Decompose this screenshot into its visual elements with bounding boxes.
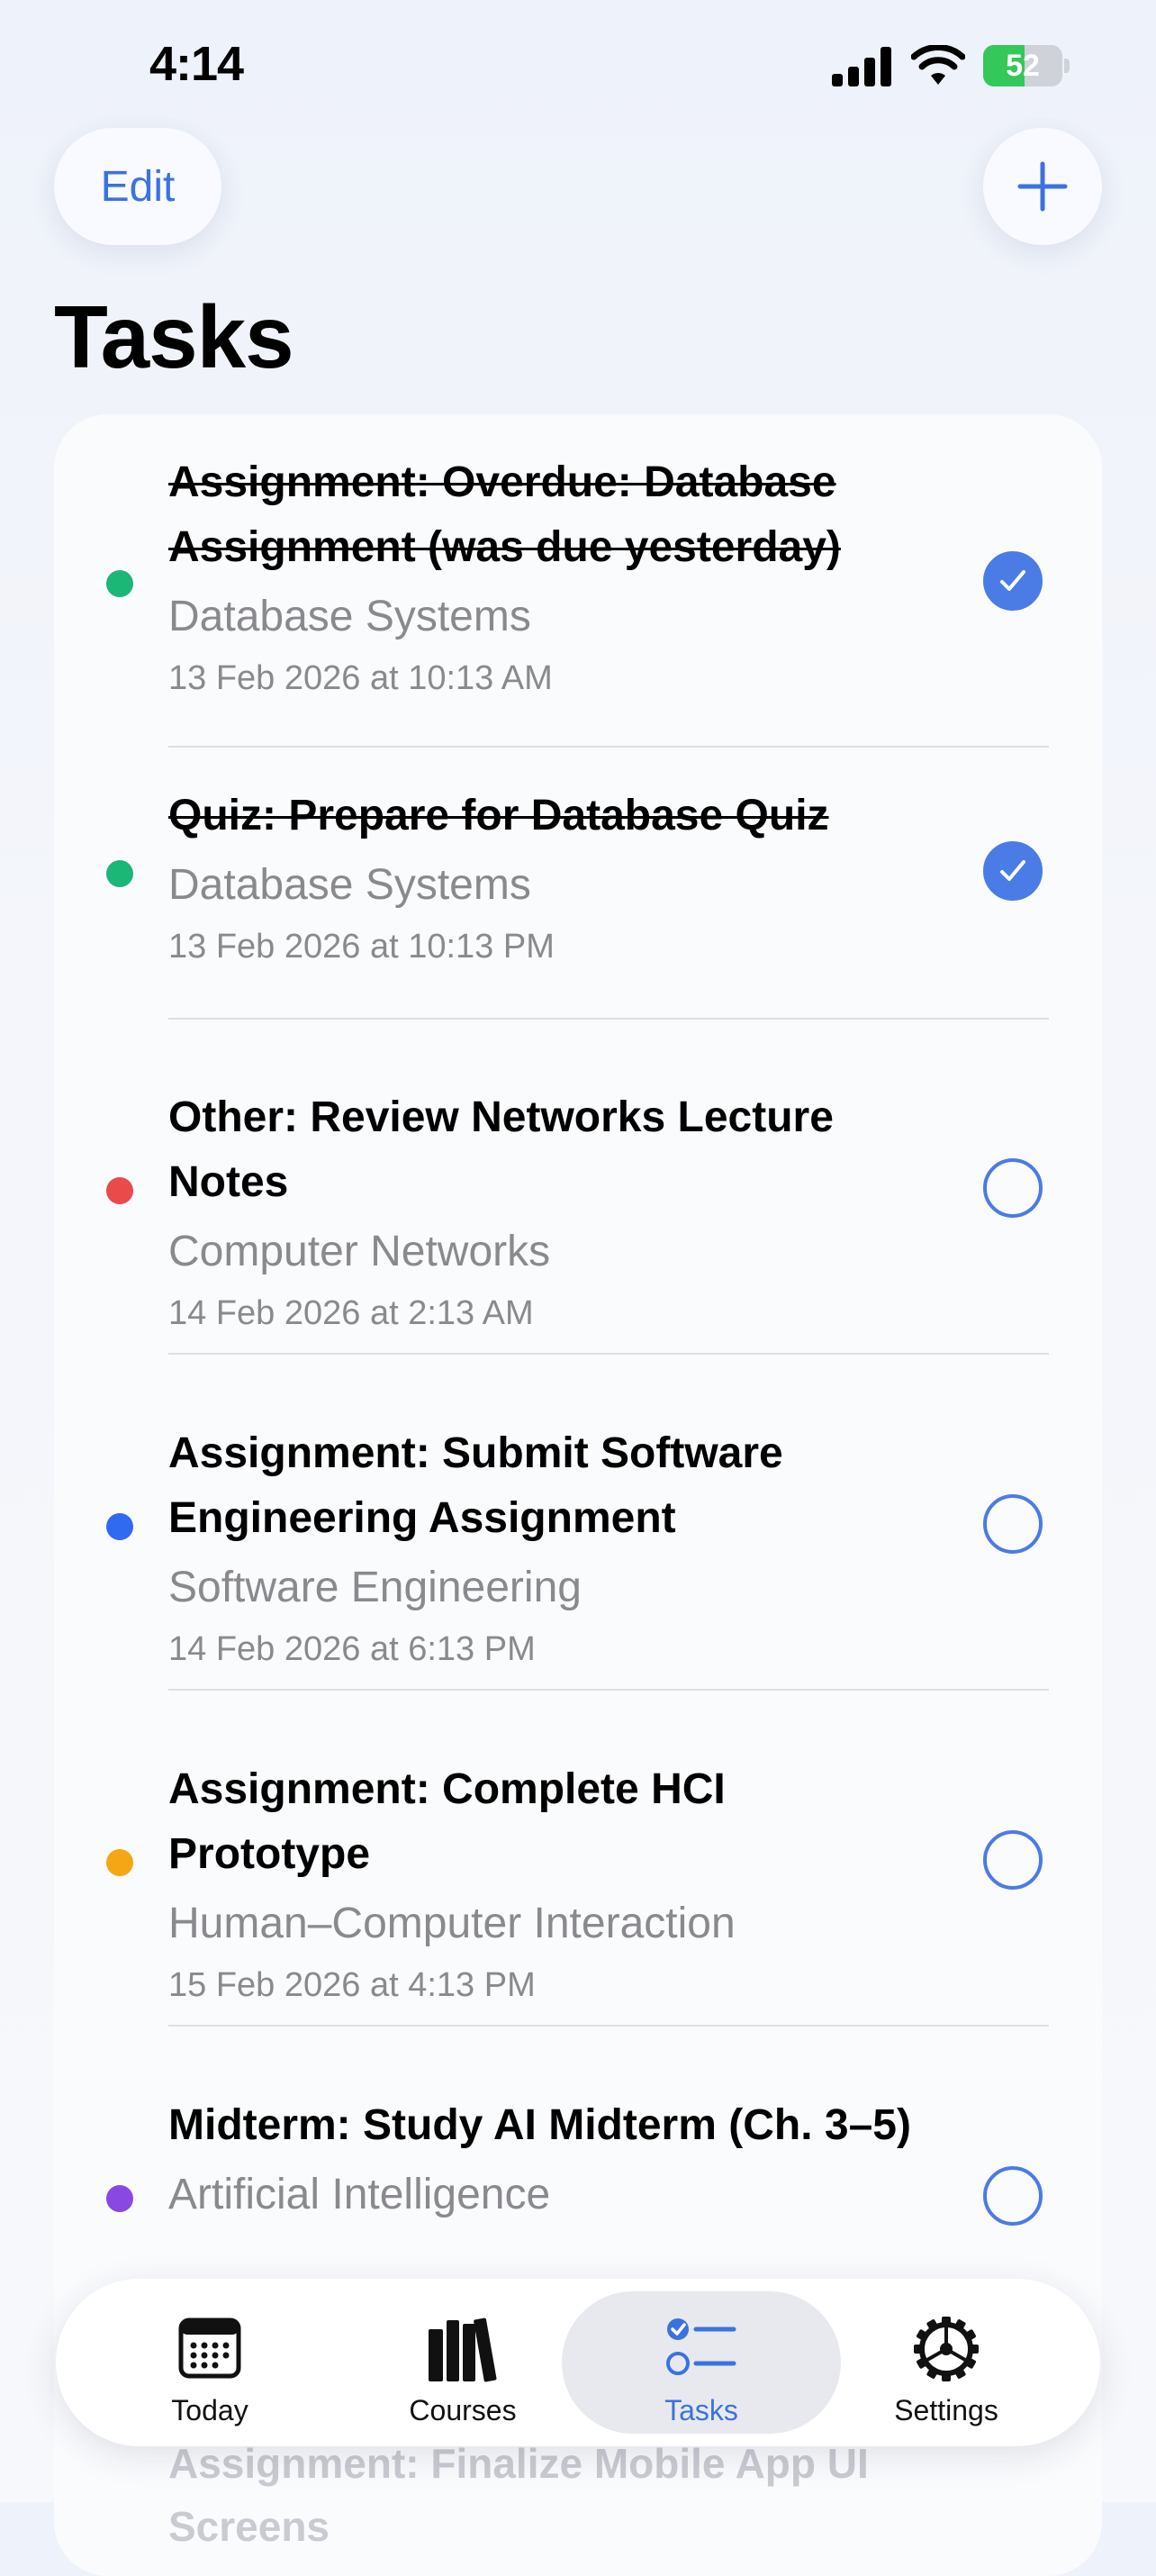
add-task-button[interactable] [983, 128, 1102, 245]
page-title: Tasks [54, 287, 294, 386]
task-row[interactable]: Midterm: Study AI Midterm (Ch. 3–5) Artif… [168, 2093, 925, 2225]
row-divider [168, 1689, 1049, 1691]
battery-icon: 52 [983, 45, 1070, 86]
status-bar: 4:14 52 [0, 0, 1156, 135]
task-row[interactable]: Assignment: Complete HCI Prototype Human–… [168, 1757, 925, 2009]
tab-settings[interactable]: Settings [807, 2291, 1086, 2434]
completed-checkbox[interactable] [983, 551, 1043, 611]
tab-label-courses: Courses [409, 2394, 517, 2426]
tab-label-settings: Settings [894, 2394, 998, 2426]
task-course: Human–Computer Interaction [168, 1900, 736, 1947]
incomplete-checkbox[interactable] [983, 1158, 1043, 1218]
status-time: 4:14 [149, 37, 244, 91]
checklist-icon [666, 2318, 736, 2375]
course-color-dot [106, 1513, 133, 1540]
task-title: Midterm: Study AI Midterm (Ch. 3–5) [168, 2101, 911, 2149]
task-title: Assignment: Complete HCI Prototype [168, 1765, 726, 1878]
incomplete-checkbox[interactable] [983, 1830, 1043, 1890]
task-course: Software Engineering [168, 1564, 582, 1611]
task-due-date: 13 Feb 2026 at 10:13 PM [168, 928, 555, 966]
tab-courses[interactable]: Courses [323, 2291, 602, 2434]
tab-label-today: Today [171, 2394, 248, 2426]
task-due-date: 13 Feb 2026 at 10:13 AM [168, 659, 553, 697]
completed-checkbox[interactable] [983, 841, 1043, 901]
task-due-date: 14 Feb 2026 at 6:13 PM [168, 1630, 536, 1668]
cellular-signal-icon [832, 47, 891, 86]
task-due-date: 14 Feb 2026 at 2:13 AM [168, 1294, 534, 1332]
tab-tasks[interactable]: Tasks [562, 2291, 841, 2434]
task-row[interactable]: Other: Review Networks Lecture Notes Comp… [168, 1085, 925, 1338]
books-icon [429, 2317, 497, 2382]
plus-icon [1017, 161, 1068, 212]
incomplete-checkbox[interactable] [983, 2166, 1043, 2226]
course-color-dot [106, 1849, 133, 1876]
course-color-dot [106, 570, 133, 597]
row-divider [168, 1353, 1049, 1355]
battery-level: 52 [1006, 49, 1040, 83]
tab-label-tasks: Tasks [664, 2394, 738, 2426]
list-item-peek-title: Assignment: Finalize Mobile App UI Scree… [168, 2440, 869, 2550]
task-title: Assignment: Overdue: Database Assignment… [168, 458, 841, 571]
task-course: Artificial Intelligence [168, 2171, 551, 2218]
task-title: Quiz: Prepare for Database Quiz [168, 792, 829, 839]
checkmark-icon [1000, 860, 1025, 881]
course-color-dot [106, 860, 133, 887]
tab-bar: Today Courses Tasks Settings [56, 2279, 1100, 2446]
wifi-icon [911, 45, 965, 85]
checkmark-icon [1000, 570, 1025, 591]
row-divider [168, 1018, 1049, 1020]
row-divider [168, 746, 1049, 748]
course-color-dot [106, 2185, 133, 2212]
task-title: Other: Review Networks Lecture Notes [168, 1093, 834, 1206]
task-row[interactable]: Quiz: Prepare for Database Quiz Database … [168, 784, 925, 971]
gear-icon [914, 2317, 979, 2381]
calendar-icon [178, 2317, 241, 2379]
incomplete-checkbox[interactable] [983, 1494, 1043, 1554]
row-divider [168, 2025, 1049, 2027]
task-row[interactable]: Assignment: Submit Software Engineering … [168, 1421, 925, 1673]
task-row[interactable]: Assignment: Overdue: Database Assignment… [168, 450, 925, 703]
course-color-dot [106, 1177, 133, 1204]
edit-button[interactable]: Edit [54, 128, 221, 245]
task-course: Database Systems [168, 861, 531, 909]
task-title: Assignment: Submit Software Engineering … [168, 1429, 783, 1542]
tab-today[interactable]: Today [70, 2291, 349, 2434]
task-due-date: 15 Feb 2026 at 4:13 PM [168, 1966, 536, 2004]
task-course: Database Systems [168, 593, 531, 640]
task-course: Computer Networks [168, 1228, 551, 1275]
task-list: Assignment: Overdue: Database Assignment… [54, 414, 1102, 2576]
